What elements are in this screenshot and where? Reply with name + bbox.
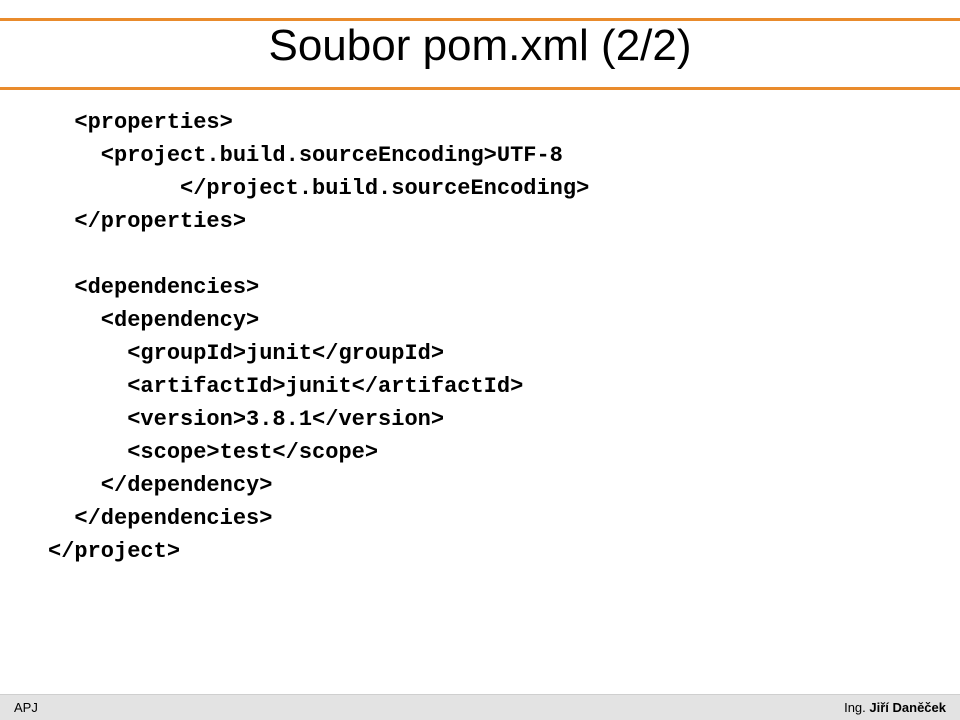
title-bar: Soubor pom.xml (2/2) (0, 18, 960, 90)
code-line: </dependencies> (48, 506, 272, 531)
footer-prefix: Ing. (844, 700, 869, 715)
code-line: <version>3.8.1</version> (48, 407, 444, 432)
footer-left: APJ (14, 700, 38, 715)
footer-right: Ing. Jiří Daněček (844, 700, 946, 715)
code-line: <dependency> (48, 308, 259, 333)
slide: Soubor pom.xml (2/2) <properties> <proje… (0, 0, 960, 720)
code-line: <properties> (48, 110, 233, 135)
code-line: </project.build.sourceEncoding> (48, 176, 589, 201)
code-line: <dependencies> (48, 275, 259, 300)
footer: APJ Ing. Jiří Daněček (0, 694, 960, 720)
code-line: <artifactId>junit</artifactId> (48, 374, 523, 399)
code-line: <groupId>junit</groupId> (48, 341, 444, 366)
footer-author: Jiří Daněček (869, 700, 946, 715)
code-line: </properties> (48, 209, 246, 234)
code-line: <scope>test</scope> (48, 440, 378, 465)
code-line: </project> (48, 539, 180, 564)
code-line: </dependency> (48, 473, 272, 498)
slide-title: Soubor pom.xml (2/2) (268, 23, 691, 69)
code-line: <project.build.sourceEncoding>UTF-8 (48, 143, 563, 168)
code-block: <properties> <project.build.sourceEncodi… (48, 106, 912, 568)
